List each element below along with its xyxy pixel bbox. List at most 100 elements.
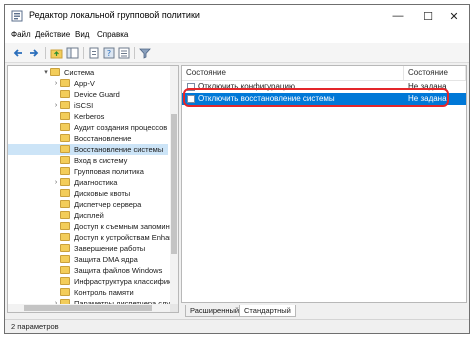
tree-vertical-scroll-thumb[interactable]	[171, 114, 177, 254]
minimize-button[interactable]: —	[383, 5, 413, 27]
forward-arrow-icon[interactable]	[27, 46, 41, 60]
tab-extended[interactable]: Расширенный	[185, 305, 245, 317]
column-header-name[interactable]: Состояние	[182, 66, 404, 80]
tree-item[interactable]: Вход в систему	[8, 155, 168, 166]
policy-setting-icon	[187, 95, 195, 103]
tree-item[interactable]: Диспетчер сервера	[8, 199, 168, 210]
policy-state: Не задана	[408, 94, 447, 103]
up-folder-icon[interactable]	[49, 46, 63, 60]
folder-icon	[60, 222, 70, 230]
folder-icon	[60, 244, 70, 252]
tree-item[interactable]: Аудит создания процессов	[8, 122, 168, 133]
tree-item[interactable]: Контроль памяти	[8, 287, 168, 298]
folder-icon	[60, 156, 70, 164]
tree-expander-icon[interactable]: ›	[52, 100, 60, 111]
title-bar: Редактор локальной групповой политики — …	[5, 5, 469, 27]
folder-icon	[60, 90, 70, 98]
toolbar-separator	[45, 47, 46, 59]
tree-item[interactable]: Дисковые квоты	[8, 188, 168, 199]
scrollbar-corner	[170, 304, 178, 312]
tree-item[interactable]: Доступ к съемным запомин	[8, 221, 170, 232]
tree-item-label: Восстановление системы	[74, 145, 164, 154]
gpedit-window: Редактор локальной групповой политики — …	[4, 4, 470, 334]
svg-text:?: ?	[107, 49, 111, 58]
tree-item[interactable]: Групповая политика	[8, 166, 168, 177]
folder-icon	[60, 134, 70, 142]
tree-horizontal-scroll-thumb[interactable]	[24, 305, 152, 311]
tree-vertical-scrollbar[interactable]	[170, 66, 178, 304]
back-arrow-icon[interactable]	[11, 46, 25, 60]
folder-icon	[60, 266, 70, 274]
menu-view[interactable]: Вид	[75, 30, 89, 39]
folder-icon	[50, 68, 60, 76]
tree-horizontal-scrollbar[interactable]	[8, 304, 170, 312]
tree-item-label: Система	[64, 68, 95, 77]
policy-setting-icon	[187, 83, 195, 91]
tree-item[interactable]: Восстановление	[8, 133, 168, 144]
tree-item-label: Доступ к устройствам Enhar	[74, 233, 172, 242]
tree-item[interactable]: Device Guard	[8, 89, 168, 100]
window-title: Редактор локальной групповой политики	[29, 10, 200, 20]
tree-item[interactable]: Защита DMA ядра	[8, 254, 168, 265]
tree-expander-icon[interactable]: ▾	[42, 67, 50, 78]
tree-item-label: Дисплей	[74, 211, 104, 220]
tree-item[interactable]: Доступ к устройствам Enhar	[8, 232, 172, 243]
tree-item[interactable]: Инфраструктура классифик	[8, 276, 172, 287]
folder-icon	[60, 211, 70, 219]
tree-item-label: Защита DMA ядра	[74, 255, 138, 264]
tree-item-label: Kerberos	[74, 112, 105, 121]
folder-icon	[60, 178, 70, 186]
help-icon[interactable]: ?	[102, 46, 116, 60]
folder-icon	[60, 123, 70, 131]
folder-icon	[60, 255, 70, 263]
folder-icon	[60, 101, 70, 109]
properties-icon[interactable]	[87, 46, 101, 60]
tree-item[interactable]: › Диагностика	[8, 177, 168, 188]
tree-item[interactable]: › App-V	[8, 78, 168, 89]
tab-standard[interactable]: Стандартный	[239, 305, 296, 317]
menu-file[interactable]: Файл	[11, 30, 31, 39]
close-button[interactable]: ✕	[439, 5, 469, 27]
tree-expander-icon[interactable]: ›	[52, 78, 60, 89]
policy-row[interactable]: Отключить конфигурацию Не задана	[182, 81, 466, 93]
filter-icon[interactable]	[138, 46, 152, 60]
folder-icon	[60, 79, 70, 87]
policy-state: Не задана	[408, 82, 447, 91]
toolbar-separator	[134, 47, 135, 59]
tree-item[interactable]: Завершение работы	[8, 243, 168, 254]
status-bar: 2 параметров	[5, 319, 469, 333]
folder-icon	[60, 200, 70, 208]
tree-item[interactable]: Дисплей	[8, 210, 168, 221]
policy-name: Отключить восстановление системы	[198, 94, 335, 103]
tree-item[interactable]: › iSCSI	[8, 100, 168, 111]
tree-item-label: Дисковые квоты	[74, 189, 131, 198]
policy-name: Отключить конфигурацию	[198, 82, 295, 91]
show-hide-tree-icon[interactable]	[65, 46, 79, 60]
tree-expander-icon[interactable]: ›	[52, 177, 60, 188]
tree-item[interactable]: Защита файлов Windows	[8, 265, 168, 276]
toolbar-separator	[83, 47, 84, 59]
tree-item[interactable]: Восстановление системы	[8, 144, 168, 155]
view-tabs: Расширенный Стандартный	[181, 305, 467, 317]
export-list-icon[interactable]	[117, 46, 131, 60]
tree-item[interactable]: ▾ Система	[8, 67, 168, 78]
tree-item-label: Device Guard	[74, 90, 120, 99]
tree-item-label: Групповая политика	[74, 167, 144, 176]
folder-icon	[60, 167, 70, 175]
tree-item-label: Доступ к съемным запомин	[74, 222, 170, 231]
menu-action[interactable]: Действие	[35, 30, 70, 39]
menu-bar: Файл Действие Вид Справка	[5, 27, 469, 43]
settings-list: Состояние Состояние Отключить конфигурац…	[181, 65, 467, 303]
column-header-state[interactable]: Состояние	[404, 66, 466, 80]
tree-item-label: Диагностика	[74, 178, 118, 187]
tree-item-label: Контроль памяти	[74, 288, 134, 297]
toolbar: ?	[5, 43, 469, 63]
folder-icon	[60, 189, 70, 197]
menu-help[interactable]: Справка	[97, 30, 128, 39]
tree-item-label: Диспетчер сервера	[74, 200, 142, 209]
folder-icon	[60, 145, 70, 153]
tree-item-label: Инфраструктура классифик	[74, 277, 172, 286]
policy-row[interactable]: Отключить восстановление системы Не задан…	[182, 93, 466, 105]
tree-item-label: iSCSI	[74, 101, 94, 110]
tree-item[interactable]: Kerberos	[8, 111, 168, 122]
